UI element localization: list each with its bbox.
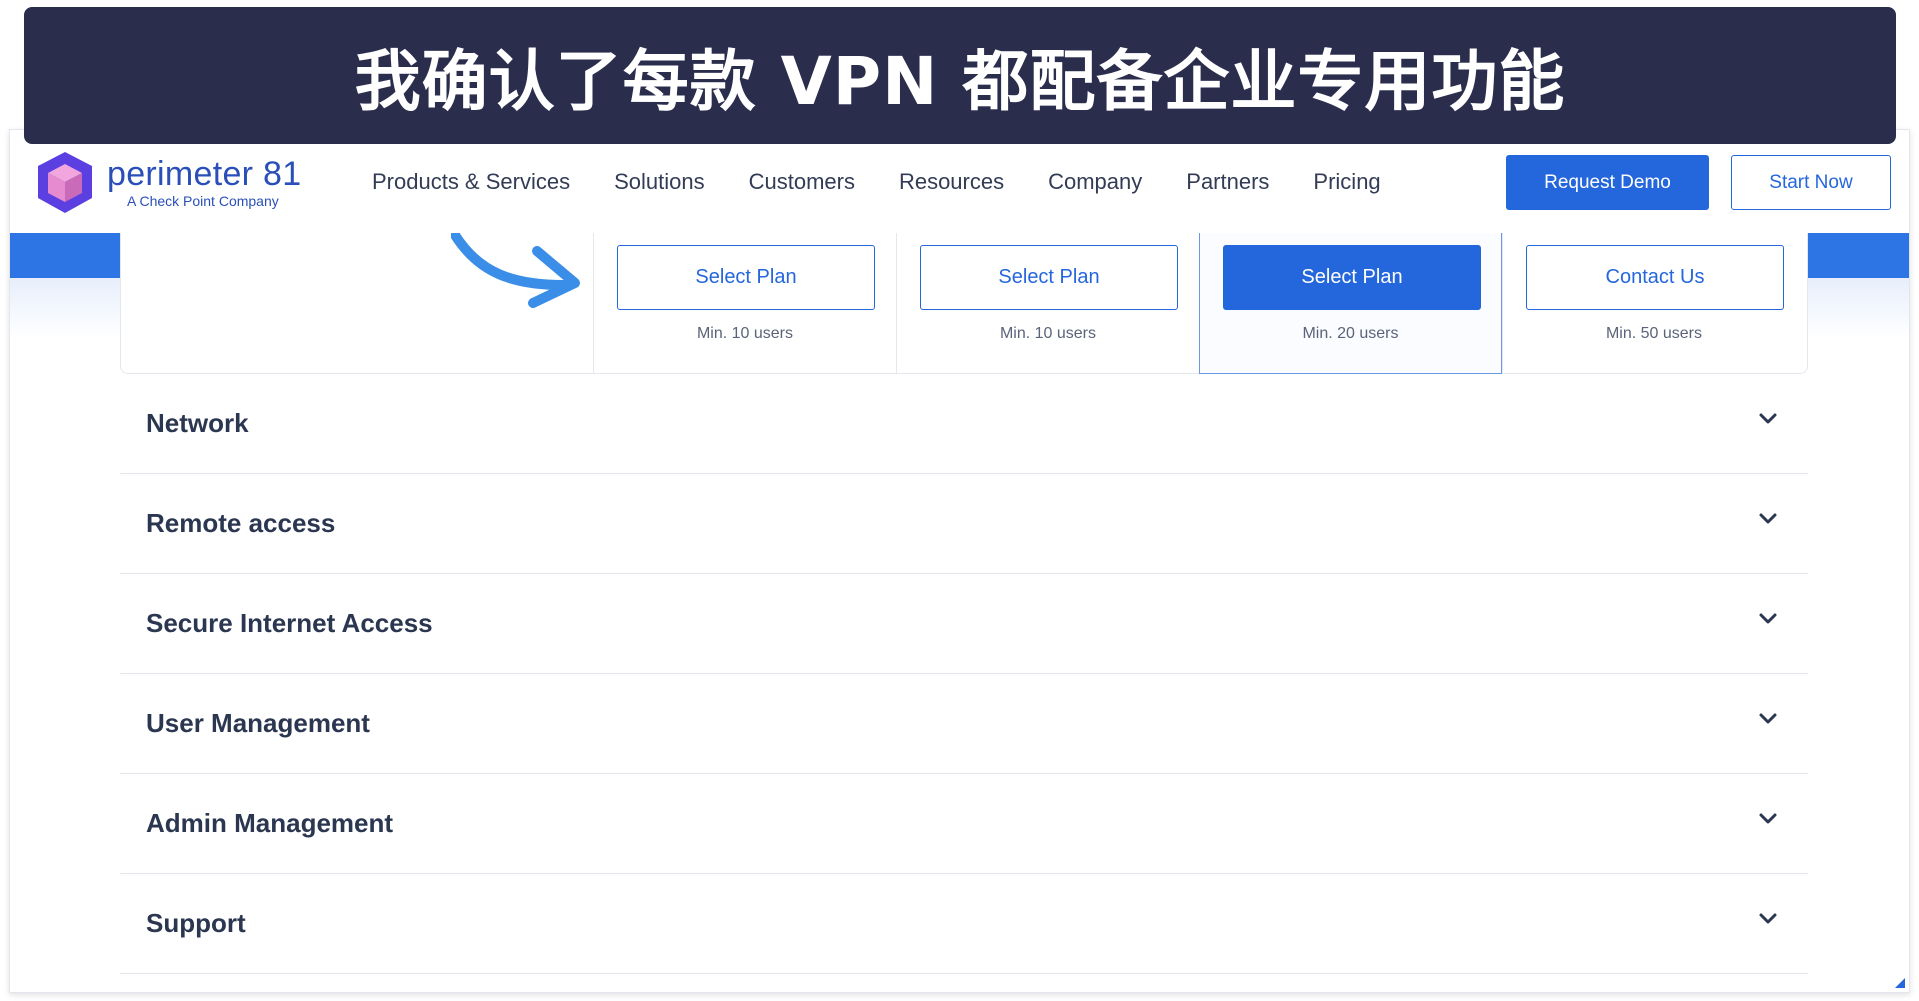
accordion-row-admin-management[interactable]: Admin Management <box>120 774 1808 874</box>
chevron-down-icon[interactable] <box>1758 412 1778 426</box>
plan-min-users: Min. 20 users <box>1302 325 1399 342</box>
nav-item-partners[interactable]: Partners <box>1186 169 1269 195</box>
accordion-label: Remote access <box>146 508 336 538</box>
start-now-button[interactable]: Start Now <box>1731 155 1891 210</box>
nav-item-pricing[interactable]: Pricing <box>1313 169 1380 195</box>
caption-banner: 我确认了每款 VPN 都配备企业专用功能 <box>24 7 1896 144</box>
select-plan-button[interactable]: Select Plan <box>920 245 1178 310</box>
accordion-label: Admin Management <box>146 808 394 838</box>
brand-name: perimeter 81 <box>107 155 302 193</box>
chevron-down-icon[interactable] <box>1758 712 1778 726</box>
accordion-row-support[interactable]: Support <box>120 874 1808 974</box>
nav-item-company[interactable]: Company <box>1048 169 1142 195</box>
logo-cube-icon <box>38 152 92 213</box>
plan-min-users: Min. 10 users <box>696 325 794 342</box>
accordion-row-user-management[interactable]: User Management <box>120 674 1808 774</box>
plan-column-1: Select Plan Min. 10 users <box>593 233 896 374</box>
plan-column-2: Select Plan Min. 10 users <box>896 233 1199 374</box>
accordion-label: Secure Internet Access <box>146 608 433 638</box>
accordion-label: User Management <box>146 708 370 738</box>
resize-corner-icon <box>1895 978 1905 988</box>
nav-menu: Products & Services Solutions Customers … <box>372 169 1425 195</box>
accordion-row-network[interactable]: Network <box>120 374 1808 474</box>
nav-item-solutions[interactable]: Solutions <box>614 169 705 195</box>
accordion-label: Support <box>146 908 246 938</box>
nav-item-resources[interactable]: Resources <box>899 169 1004 195</box>
contact-us-button[interactable]: Contact Us <box>1526 245 1784 310</box>
select-plan-button-featured[interactable]: Select Plan <box>1223 245 1481 310</box>
plan-column-4: Contact Us Min. 50 users <box>1502 233 1805 374</box>
arrow-icon <box>451 233 580 308</box>
feature-accordion: Network Remote access Secure Internet Ac… <box>120 374 1808 974</box>
request-demo-button[interactable]: Request Demo <box>1506 155 1709 210</box>
chevron-down-icon[interactable] <box>1758 512 1778 526</box>
select-plan-button[interactable]: Select Plan <box>617 245 875 310</box>
top-navbar: perimeter 81 A Check Point Company Produ… <box>10 130 1909 233</box>
screenshot-frame: perimeter 81 A Check Point Company Produ… <box>9 129 1910 993</box>
plan-header-card: Select Plan Min. 10 users Select Plan Mi… <box>120 233 1808 374</box>
banner-title: 我确认了每款 VPN 都配备企业专用功能 <box>354 42 1566 120</box>
plan-column-3: Select Plan Min. 20 users <box>1199 233 1502 374</box>
chevron-down-icon[interactable] <box>1758 912 1778 926</box>
nav-item-customers[interactable]: Customers <box>749 169 855 195</box>
plan-min-users: Min. 10 users <box>999 325 1097 342</box>
accordion-row-secure-internet-access[interactable]: Secure Internet Access <box>120 574 1808 674</box>
accordion-label: Network <box>146 408 249 438</box>
chevron-down-icon[interactable] <box>1758 812 1778 826</box>
accordion-row-remote-access[interactable]: Remote access <box>120 474 1808 574</box>
chevron-down-icon[interactable] <box>1758 612 1778 626</box>
plan-min-users: Min. 50 users <box>1605 325 1703 342</box>
nav-item-products[interactable]: Products & Services <box>372 169 570 195</box>
brand-subtitle: A Check Point Company <box>127 193 279 209</box>
brand-logo[interactable]: perimeter 81 A Check Point Company <box>34 150 301 216</box>
